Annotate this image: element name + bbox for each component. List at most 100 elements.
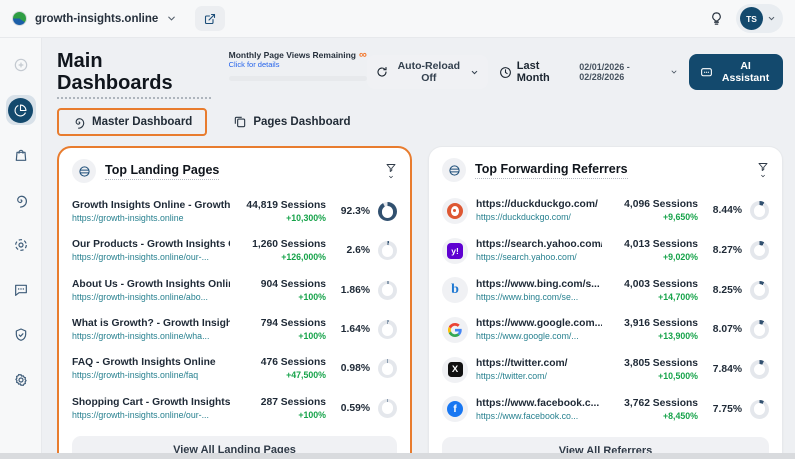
sidebar-item-goals[interactable] bbox=[6, 230, 36, 260]
pageviews-quota[interactable]: Monthly Page Views Remaining Click for d… bbox=[228, 50, 367, 82]
table-row[interactable]: X https://twitter.com/ https://twitter.c… bbox=[442, 350, 769, 390]
main-content: Main Dashboards Monthly Page Views Remai… bbox=[42, 38, 795, 459]
tab-label: Pages Dashboard bbox=[253, 116, 351, 128]
table-row[interactable]: FAQ - Growth Insights Online https://gro… bbox=[72, 349, 397, 388]
referrer-url-link[interactable]: https://duckduckgo.com/ bbox=[476, 212, 602, 222]
referrer-url-link[interactable]: https://twitter.com/ bbox=[476, 371, 602, 381]
chat-bubble-icon bbox=[700, 66, 713, 79]
sidebar-item-dashboards[interactable] bbox=[5, 95, 36, 125]
sidebar-item-messages[interactable] bbox=[6, 275, 36, 305]
page-url-link[interactable]: https://growth-insights.online/wha... bbox=[72, 331, 230, 341]
ai-assistant-button[interactable]: AI Assistant bbox=[689, 54, 783, 90]
refresh-icon bbox=[376, 66, 388, 78]
page-title: Main Dashboards bbox=[57, 50, 211, 99]
chat-icon bbox=[13, 282, 29, 298]
add-circle-icon bbox=[13, 57, 29, 73]
external-link-icon bbox=[204, 13, 216, 25]
auto-reload-dropdown[interactable]: Auto-Reload Off bbox=[366, 55, 488, 89]
row-donut bbox=[378, 202, 397, 222]
table-row[interactable]: About Us - Growth Insights Online https:… bbox=[72, 271, 397, 310]
sessions-change: +100% bbox=[298, 409, 326, 420]
tab-master-dashboard[interactable]: Master Dashboard bbox=[57, 108, 208, 136]
sidebar-item-add[interactable] bbox=[6, 50, 36, 80]
row-donut bbox=[750, 201, 769, 221]
lightbulb-icon bbox=[709, 11, 724, 26]
quota-title: Monthly Page Views Remaining bbox=[228, 50, 356, 60]
site-name: growth-insights.online bbox=[35, 12, 159, 25]
referrer-url-link[interactable]: https://www.facebook.co... bbox=[476, 411, 602, 421]
open-site-button[interactable] bbox=[195, 6, 226, 31]
page-title-text: Growth Insights Online - Growth I... bbox=[72, 200, 230, 212]
quota-details-link[interactable]: Click for details bbox=[229, 60, 356, 69]
table-row[interactable]: f https://www.facebook.c... https://www.… bbox=[442, 389, 769, 429]
bing-icon: b bbox=[442, 277, 468, 304]
card-title: Top Forwarding Referrers bbox=[475, 162, 628, 179]
row-donut bbox=[378, 398, 397, 418]
table-row[interactable]: b https://www.bing.com/s... https://www.… bbox=[442, 270, 769, 310]
table-row[interactable]: Shopping Cart - Growth Insights ... http… bbox=[72, 389, 397, 428]
referrer-title-text: https://twitter.com/ bbox=[476, 358, 568, 370]
avatar: TS bbox=[740, 7, 763, 30]
sessions-change: +47,500% bbox=[286, 370, 326, 381]
table-row[interactable]: https://duckduckgo.com/ https://duckduck… bbox=[442, 191, 769, 231]
sessions-change: +14,700% bbox=[658, 291, 698, 302]
page-url-link[interactable]: https://growth-insights.online/our-... bbox=[72, 410, 230, 420]
top-landing-pages-card: Top Landing Pages Growth Insights Online… bbox=[57, 146, 412, 459]
tips-button[interactable] bbox=[709, 11, 724, 26]
facebook-icon: f bbox=[442, 396, 468, 423]
chevron-down-icon bbox=[387, 174, 395, 180]
tab-pages-dashboard[interactable]: Pages Dashboard bbox=[223, 109, 360, 135]
referrer-url-link[interactable]: https://www.google.com/... bbox=[476, 331, 602, 341]
gear-icon bbox=[13, 372, 29, 388]
referrer-title-text: https://search.yahoo.com/ bbox=[476, 239, 602, 250]
page-url-link[interactable]: https://growth-insights.online/abo... bbox=[72, 292, 230, 302]
sidebar-item-settings[interactable] bbox=[6, 365, 36, 395]
sessions-value: 904 Sessions bbox=[260, 278, 326, 290]
sessions-value: 44,819 Sessions bbox=[246, 200, 326, 212]
table-row[interactable]: y! https://search.yahoo.com/ https://sea… bbox=[442, 231, 769, 271]
site-favicon-icon bbox=[12, 11, 27, 26]
top-forwarding-referrers-card: Top Forwarding Referrers https://duckduc… bbox=[428, 146, 783, 459]
table-row[interactable]: Our Products - Growth Insights O... http… bbox=[72, 231, 397, 270]
database-icon bbox=[72, 159, 96, 183]
clock-icon bbox=[499, 66, 512, 79]
date-range-picker[interactable]: 02/01/2026 - 02/28/2026 bbox=[579, 62, 678, 82]
table-row[interactable]: What is Growth? - Growth Insight... http… bbox=[72, 310, 397, 349]
spiral-icon bbox=[72, 115, 86, 129]
page-header: Main Dashboards Monthly Page Views Remai… bbox=[57, 50, 783, 99]
sidebar-item-insights[interactable] bbox=[6, 185, 36, 215]
period-label: Last Month bbox=[516, 60, 550, 84]
target-icon bbox=[13, 237, 29, 253]
page-url-link[interactable]: https://growth-insights.online bbox=[72, 213, 230, 223]
share-percent: 8.25% bbox=[712, 284, 742, 296]
sidebar-item-privacy[interactable] bbox=[6, 320, 36, 350]
funnel-icon bbox=[757, 161, 769, 173]
user-menu[interactable]: TS bbox=[736, 4, 783, 33]
sessions-value: 794 Sessions bbox=[260, 318, 326, 330]
row-donut bbox=[378, 320, 397, 340]
tab-label: Master Dashboard bbox=[92, 116, 193, 128]
sidebar-item-store[interactable] bbox=[6, 140, 36, 170]
landing-pages-list: Growth Insights Online - Growth I... htt… bbox=[59, 190, 410, 428]
share-percent: 7.75% bbox=[712, 403, 742, 415]
page-url-link[interactable]: https://growth-insights.online/our-... bbox=[72, 252, 230, 262]
table-row[interactable]: Growth Insights Online - Growth I... htt… bbox=[72, 192, 397, 231]
row-donut bbox=[378, 241, 397, 261]
referrer-url-link[interactable]: https://search.yahoo.com/ bbox=[476, 252, 602, 262]
table-row[interactable]: https://www.google.com... https://www.go… bbox=[442, 310, 769, 350]
shopping-bag-icon bbox=[13, 147, 29, 163]
sessions-value: 4,013 Sessions bbox=[624, 239, 698, 250]
referrer-url-link[interactable]: https://www.bing.com/se... bbox=[476, 292, 602, 302]
filter-button[interactable] bbox=[757, 161, 769, 179]
page-url-link[interactable]: https://growth-insights.online/faq bbox=[72, 370, 230, 380]
sidebar bbox=[0, 38, 42, 459]
pie-chart-icon bbox=[8, 97, 33, 123]
site-switcher[interactable]: growth-insights.online bbox=[12, 11, 177, 26]
referrer-title-text: https://duckduckgo.com/ bbox=[476, 199, 598, 211]
google-icon bbox=[442, 316, 468, 343]
chevron-down-icon bbox=[759, 173, 767, 179]
period-selector[interactable]: Last Month bbox=[499, 60, 569, 84]
share-percent: 92.3% bbox=[340, 206, 370, 218]
filter-button[interactable] bbox=[385, 162, 397, 180]
sessions-change: +100% bbox=[298, 291, 326, 302]
